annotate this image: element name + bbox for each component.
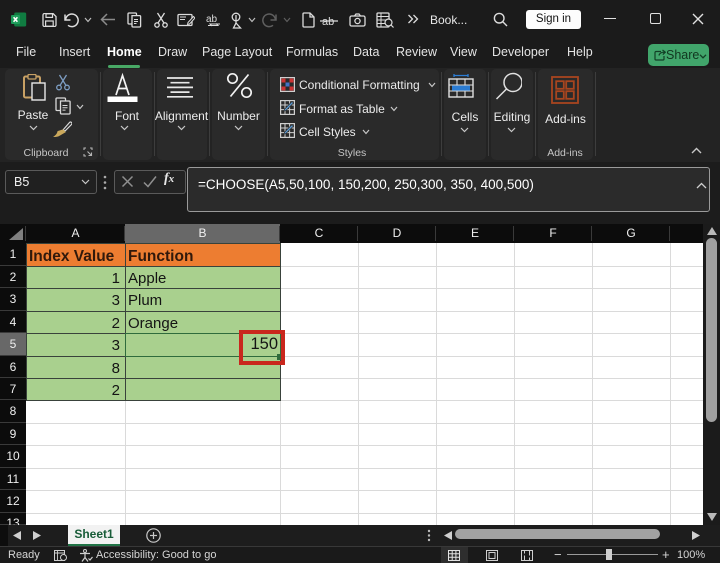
svg-text:ab: ab [206,14,218,25]
